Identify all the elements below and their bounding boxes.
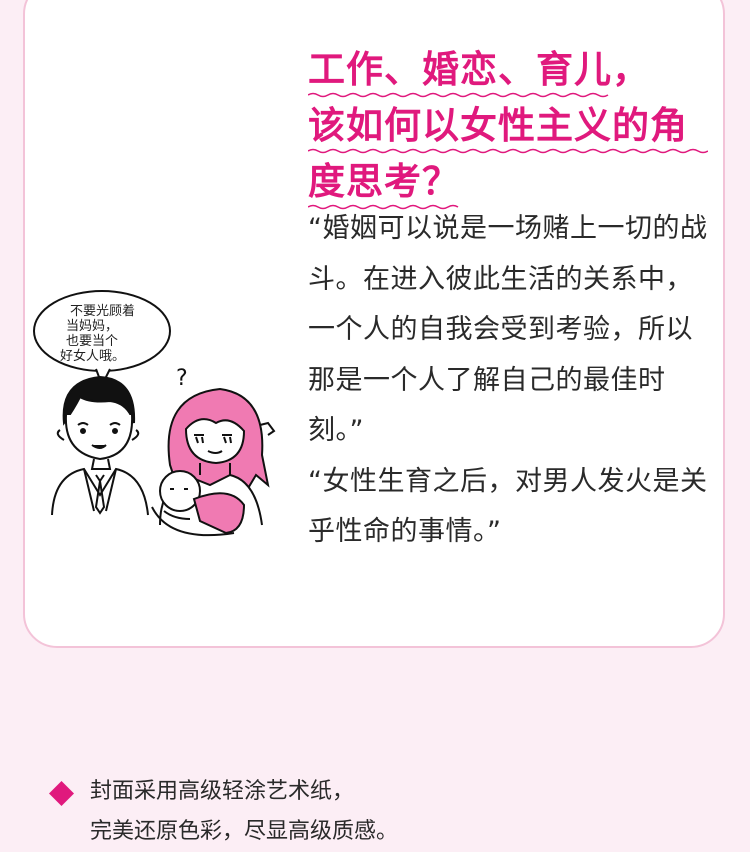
man-figure	[51, 375, 149, 516]
quote-paragraph-2: “女性生育之后，对男人发火是关乎性命的事情。”	[308, 465, 708, 548]
section-heading: 工作、婚恋、育儿， 该如何以女性主义的角 度思考？	[308, 42, 718, 210]
heading-line-2: 该如何以女性主义的角	[308, 104, 688, 147]
diamond-icon	[49, 781, 74, 806]
bubble-line-1: 不要光顾着	[70, 303, 135, 319]
bubble-line-2: 当妈妈，	[66, 319, 118, 334]
feature-text: 封面采用高级轻涂艺术纸， 完美还原色彩，尽显高级质感。	[90, 772, 398, 852]
feature-line-1: 封面采用高级轻涂艺术纸，	[90, 779, 355, 804]
feature-line-2: 完美还原色彩，尽显高级质感。	[90, 819, 399, 844]
couple-with-baby-illustration: 不要光顾着 当妈妈， 也要当个 好女人哦。 ?	[33, 290, 276, 537]
bubble-line-4: 好女人哦。	[60, 348, 125, 364]
heading-line-3: 度思考？	[308, 160, 460, 203]
bubble-line-3: 也要当个	[66, 334, 118, 349]
quote-paragraph-1: “婚姻可以说是一场赌上一切的战斗。在进入彼此生活的关系中，一个人的自我会受到考验…	[308, 213, 708, 446]
speech-bubble: 不要光顾着 当妈妈， 也要当个 好女人哦。	[33, 290, 171, 388]
heading-line-1: 工作、婚恋、育儿，	[308, 48, 650, 91]
quote-body: “婚姻可以说是一场赌上一切的战斗。在进入彼此生活的关系中，一个人的自我会受到考验…	[308, 204, 713, 558]
question-mark: ?	[176, 366, 188, 391]
